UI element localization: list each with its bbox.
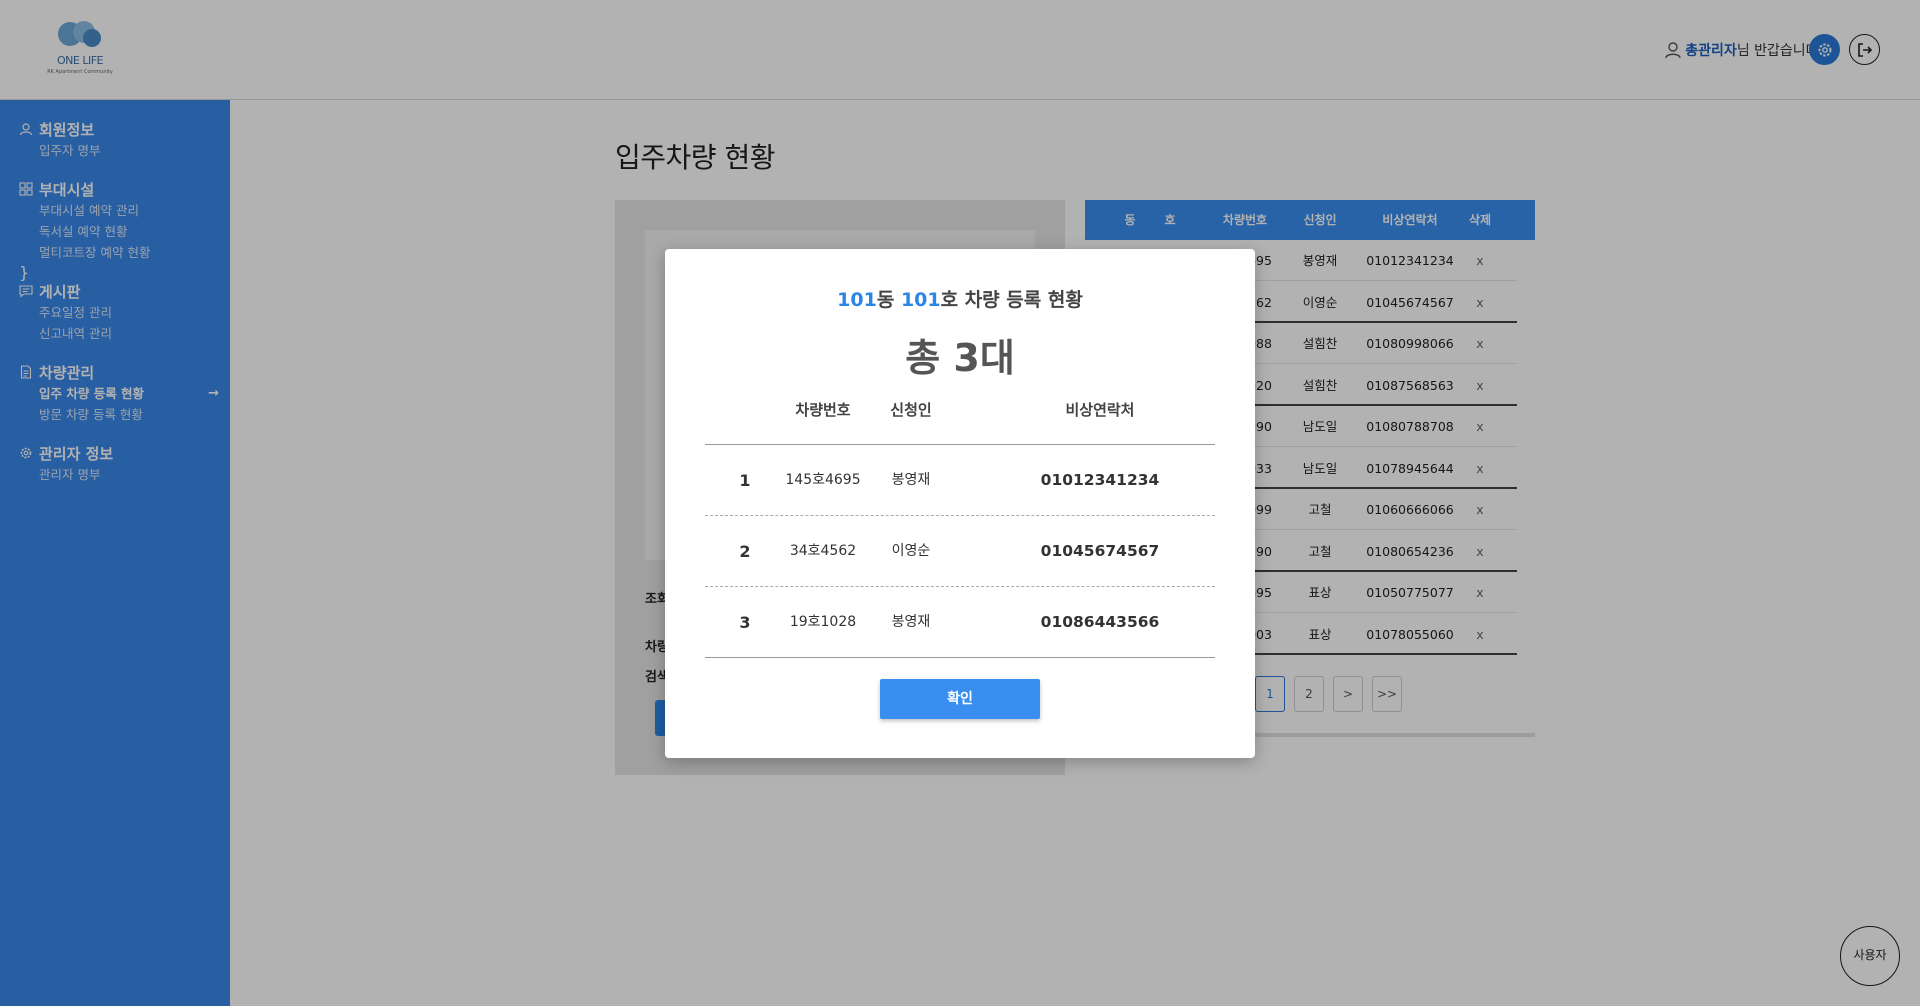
modal-row: 2 34호4562 이영순 01045674567 — [705, 516, 1215, 587]
modal-divider — [705, 657, 1215, 658]
cell-plate: 145호4695 — [785, 472, 861, 488]
cell-applicant: 이영순 — [891, 543, 931, 559]
row-number: 1 — [739, 471, 751, 490]
modal-row: 3 19호1028 봉영재 01086443566 — [705, 587, 1215, 658]
cell-plate: 34호4562 — [789, 543, 857, 559]
cell-phone: 01012341234 — [1040, 471, 1160, 489]
confirm-button[interactable]: 확인 — [880, 679, 1040, 719]
ho-number: 101 — [900, 289, 941, 311]
cell-plate: 19호1028 — [789, 614, 857, 630]
modal-col-phone: 비상연락처 — [1065, 401, 1135, 419]
cell-phone: 01086443566 — [1040, 613, 1160, 631]
dong-number: 101 — [837, 289, 877, 311]
total-count: 총 3대 — [905, 336, 1015, 380]
vehicle-detail-modal: 101동 101호 차량 등록 현황 총 3대 차량번호 신청인 비상연락처 1… — [665, 249, 1255, 758]
row-number: 2 — [739, 542, 751, 561]
row-number: 3 — [739, 613, 751, 632]
modal-row: 1 145호4695 봉영재 01012341234 — [705, 445, 1215, 516]
cell-applicant: 봉영재 — [891, 472, 931, 488]
modal-col-plate: 차량번호 — [795, 401, 851, 419]
cell-phone: 01045674567 — [1040, 542, 1160, 560]
cell-applicant: 봉영재 — [891, 614, 931, 630]
modal-col-applicant: 신청인 — [890, 401, 932, 419]
modal-title: 101동 101호 차량 등록 현황 — [837, 289, 1083, 311]
